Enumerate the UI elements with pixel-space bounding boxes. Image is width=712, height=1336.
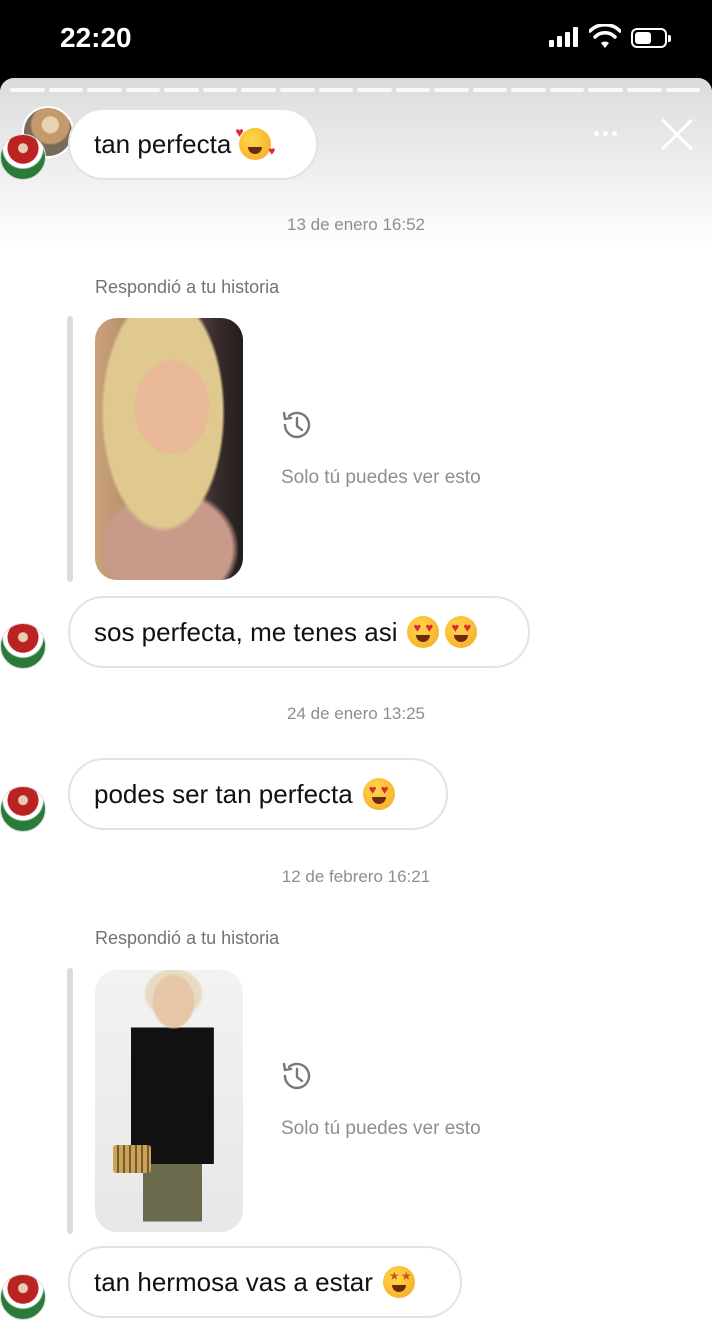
date-separator: 13 de enero 16:52 (286, 215, 425, 234)
date-separator: 24 de enero 13:25 (286, 704, 425, 723)
story-progress-segment (125, 88, 161, 92)
sender-avatar[interactable] (0, 134, 46, 180)
story-progress-segment (434, 88, 469, 92)
battery-icon (631, 28, 671, 48)
cellular-signal-icon (549, 27, 581, 47)
story-progress-segment (665, 88, 701, 92)
story-progress-segment (87, 88, 122, 92)
history-clock-icon (282, 1062, 311, 1090)
more-options-icon[interactable] (594, 131, 617, 136)
story-progress-bar (10, 88, 701, 92)
wifi-icon (589, 24, 621, 48)
message-text: tan hermosa vas a estar (94, 1266, 373, 1297)
status-time: 22:20 (60, 22, 132, 53)
reply-quote-line (67, 968, 73, 1234)
reply-quote-line (67, 316, 73, 582)
story-progress-segment (395, 88, 431, 92)
history-clock-icon (282, 411, 311, 439)
story-progress-segment (549, 88, 585, 92)
story-progress-segment (279, 88, 315, 92)
heart-eyes-emoji-icon (362, 778, 395, 810)
message-bubble[interactable]: sos perfecta, me tenes asi (68, 596, 530, 668)
message-bubble[interactable]: tan hermosa vas a estar (68, 1246, 462, 1318)
message-text: podes ser tan perfecta (94, 778, 353, 809)
story-progress-segment (10, 88, 45, 92)
message-text: sos perfecta, me tenes asi (94, 616, 398, 647)
message-bubble[interactable]: tan perfecta (68, 108, 318, 180)
story-progress-segment (241, 88, 276, 92)
heart-eyes-emoji-icon (407, 616, 440, 648)
story-progress-segment (164, 88, 199, 92)
close-icon[interactable] (658, 116, 696, 154)
heart-eyes-emoji-icon (445, 616, 478, 648)
sender-avatar[interactable] (0, 1274, 46, 1320)
handbag-image-detail (113, 1145, 151, 1173)
story-progress-segment (472, 88, 508, 92)
story-progress-segment (357, 88, 392, 92)
story-progress-segment (202, 88, 238, 92)
status-bar: 22:20 (0, 0, 712, 78)
story-progress-segment (588, 88, 623, 92)
message-text: tan perfecta (94, 128, 232, 159)
story-thumbnail[interactable] (95, 318, 243, 580)
dm-conversation-screen: wanda_nara 4min tan perfecta 13 de enero… (0, 78, 712, 1336)
private-note: Solo tú puedes ver esto (281, 467, 481, 488)
message-bubble[interactable]: podes ser tan perfecta (68, 758, 448, 830)
story-thumbnail[interactable] (95, 970, 243, 1232)
story-reply-label: Respondió a tu historia (95, 928, 280, 948)
sender-avatar[interactable] (0, 623, 46, 669)
story-progress-segment (627, 88, 662, 92)
story-progress-segment (511, 88, 546, 92)
story-reply-label: Respondió a tu historia (95, 277, 280, 297)
sender-avatar[interactable] (0, 786, 46, 832)
private-note: Solo tú puedes ver esto (281, 1118, 481, 1139)
date-separator: 12 de febrero 16:21 (281, 867, 431, 886)
star-struck-emoji-icon (382, 1266, 415, 1298)
story-progress-segment (318, 88, 354, 92)
smiling-face-with-hearts-icon (235, 124, 275, 160)
story-progress-segment (48, 88, 84, 92)
